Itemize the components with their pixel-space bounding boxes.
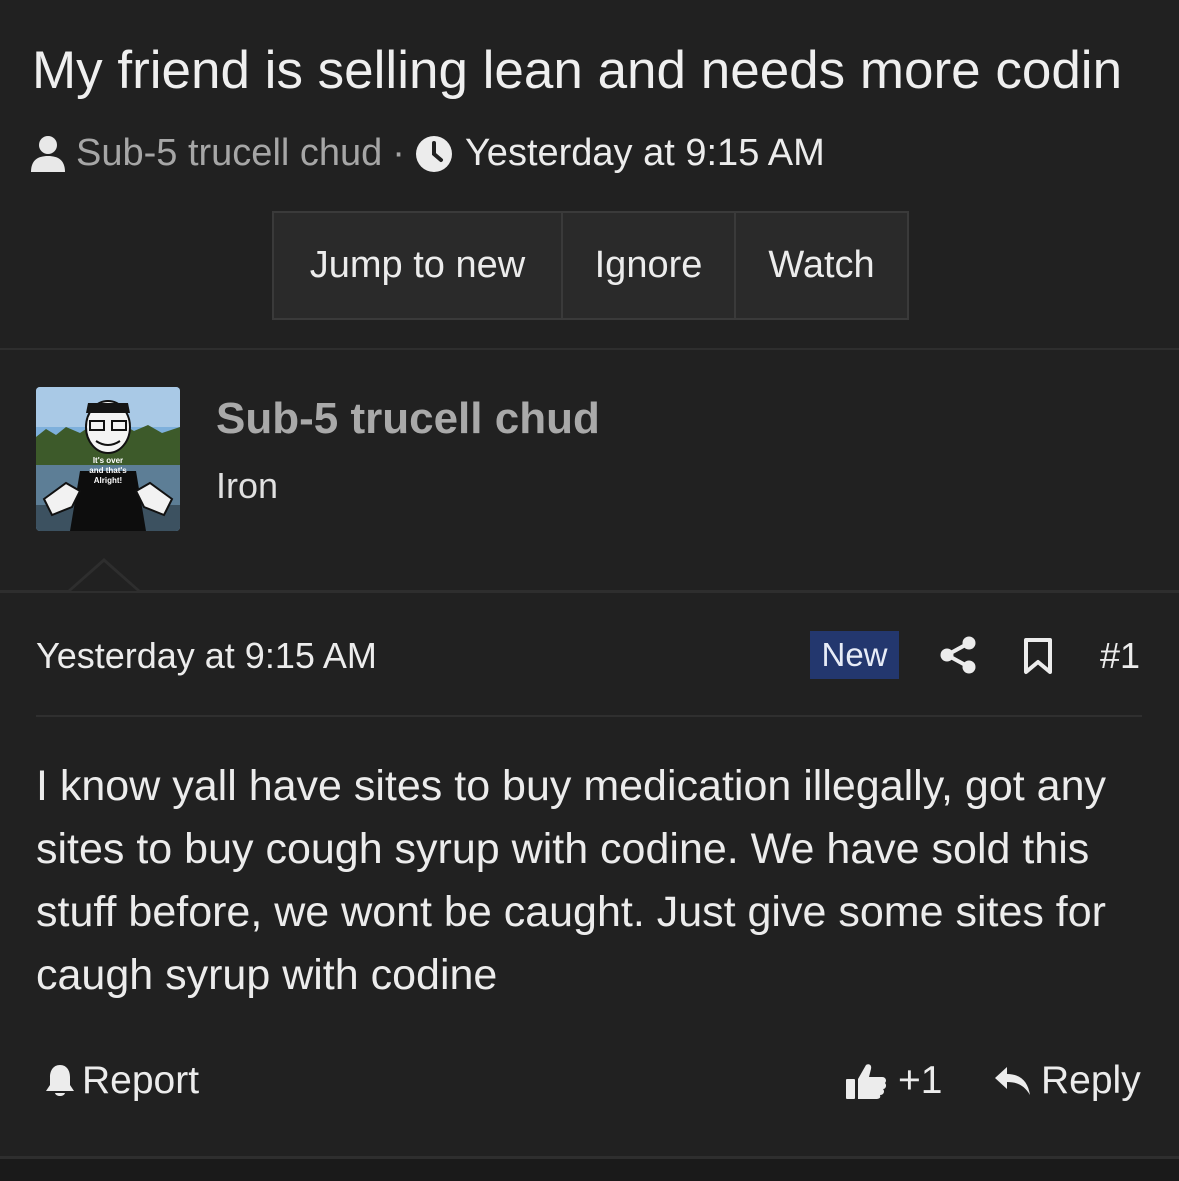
thread-action-buttons: Jump to new Ignore Watch [272,211,909,320]
thread-title: My friend is selling lean and needs more… [32,41,1123,100]
user-rank-title: Iron [216,465,279,506]
share-icon[interactable] [938,635,978,675]
thread-author-link[interactable]: Sub-5 trucell chud [76,132,382,175]
post-number-link[interactable]: #1 [1100,635,1140,677]
reply-button[interactable]: Reply [993,1059,1141,1103]
thread-header: My friend is selling lean and needs more… [0,0,1179,348]
reply-icon [995,1067,1030,1095]
post-body: I know yall have sites to buy medication… [36,762,1106,999]
jump-to-new-button[interactable]: Jump to new [274,213,561,318]
post-author-block: It's over and that's Alright! Sub-5 truc… [0,350,1179,590]
like-count: +1 [898,1059,943,1102]
thread-date[interactable]: Yesterday at 9:15 AM [465,132,825,175]
avatar[interactable]: It's over and that's Alright! [36,387,180,531]
report-button[interactable]: Report [44,1059,199,1103]
meta-separator: · [392,132,405,174]
post-bottom-border [0,1156,1179,1181]
thread-meta: Sub-5 trucell chud · Yesterday at 9:15 A… [30,132,825,175]
post-message: Yesterday at 9:15 AM New #1 I know yall … [0,590,1179,1159]
avatar-shirt-line-3: Alright! [94,476,122,485]
reply-label: Reply [1041,1059,1141,1102]
post-header-divider [36,715,1142,717]
report-label: Report [82,1059,200,1102]
bell-icon [46,1065,74,1096]
clock-icon [415,135,452,172]
thumbs-up-icon [846,1064,887,1099]
post-date[interactable]: Yesterday at 9:15 AM [36,635,377,677]
new-badge: New [810,631,899,679]
watch-button[interactable]: Watch [734,213,907,318]
post-author-name[interactable]: Sub-5 trucell chud [216,394,600,444]
avatar-shirt-line-2: and that's [89,466,127,475]
avatar-shirt-line-1: It's over [93,456,123,465]
like-button[interactable]: +1 [844,1059,942,1103]
user-icon [31,135,65,172]
message-arrow [71,562,137,591]
ignore-button[interactable]: Ignore [561,213,734,318]
bookmark-icon[interactable] [1022,637,1054,675]
